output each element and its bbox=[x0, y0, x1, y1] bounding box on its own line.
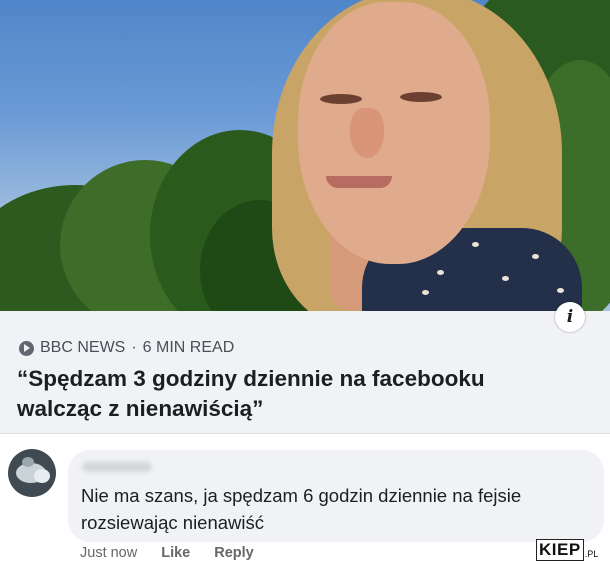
comment-actions: Just now Like Reply bbox=[80, 545, 254, 561]
reply-button[interactable]: Reply bbox=[214, 545, 254, 561]
bbc-news-source-icon bbox=[19, 340, 34, 356]
like-button[interactable]: Like bbox=[161, 545, 190, 561]
commenter-name-redacted[interactable] bbox=[82, 462, 152, 472]
watermark-suffix: .PL bbox=[584, 549, 599, 559]
link-headline[interactable]: “Spędzam 3 godziny dziennie na facebooku… bbox=[17, 364, 497, 424]
person-face bbox=[298, 2, 490, 264]
comment-text: Nie ma szans, ja spędzam 6 godzin dzienn… bbox=[81, 485, 522, 533]
commenter-avatar[interactable] bbox=[8, 449, 56, 497]
site-watermark: KIEP .PL bbox=[536, 539, 598, 561]
person-eye bbox=[400, 92, 442, 102]
person-nose bbox=[350, 108, 384, 158]
comment-timestamp[interactable]: Just now bbox=[80, 545, 137, 561]
link-source-row: BBC NEWS · 6 MIN READ bbox=[19, 339, 234, 357]
read-time: 6 MIN READ bbox=[142, 339, 235, 356]
info-icon[interactable]: i bbox=[555, 302, 585, 332]
watermark-logo: KIEP bbox=[536, 539, 584, 561]
post-photo[interactable] bbox=[0, 0, 610, 311]
link-preview[interactable]: BBC NEWS · 6 MIN READ “Spędzam 3 godziny… bbox=[0, 311, 610, 434]
person-mouth bbox=[326, 176, 392, 188]
link-source: BBC NEWS bbox=[40, 339, 126, 356]
meta-separator: · bbox=[131, 339, 137, 356]
person-eye bbox=[320, 94, 362, 104]
